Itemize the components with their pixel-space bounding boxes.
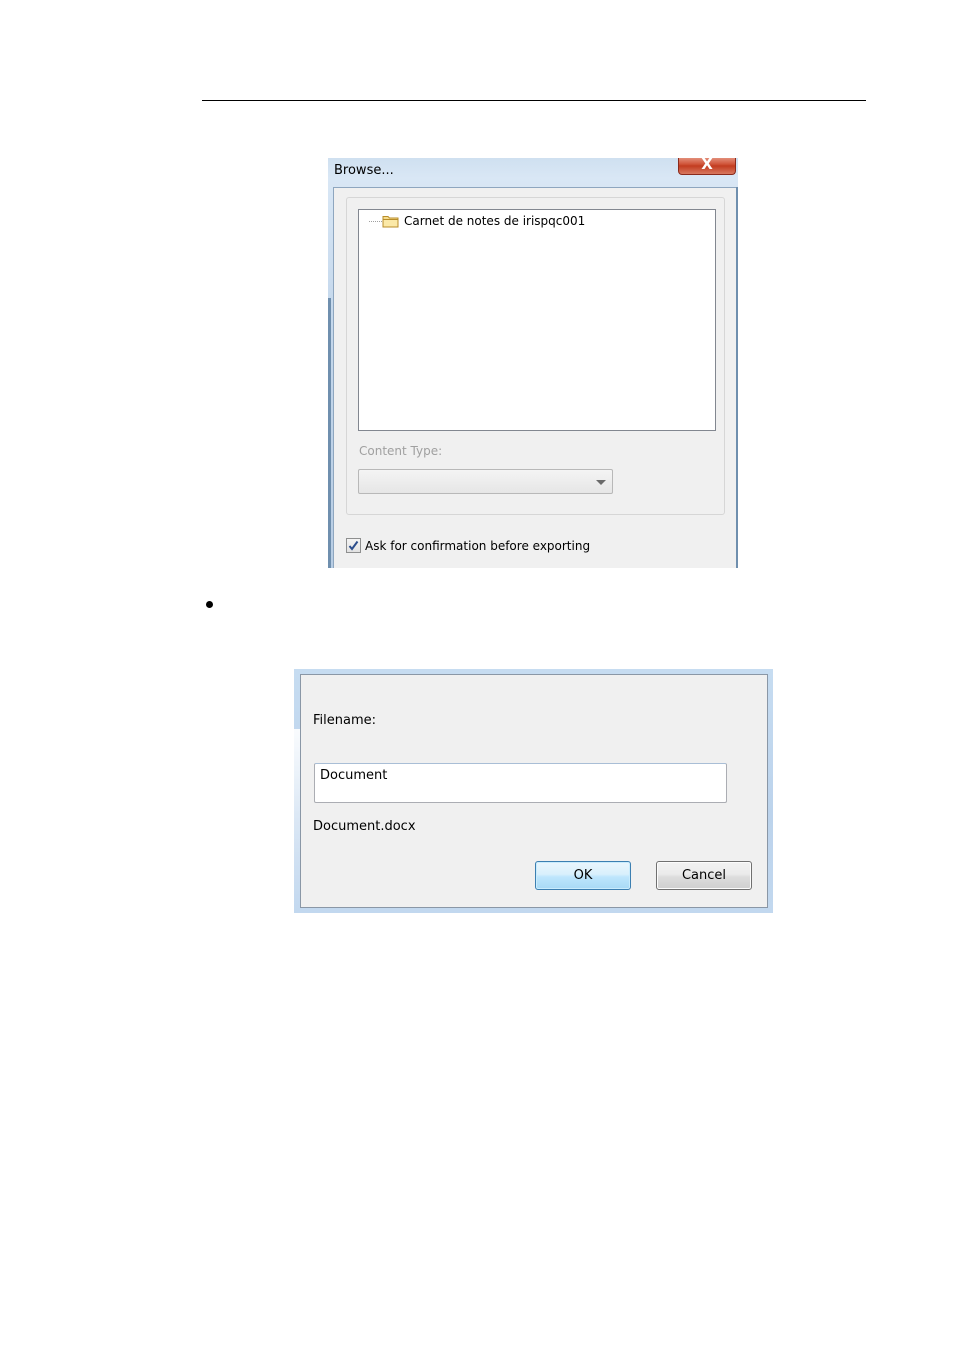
- dialog-client-area: Carnet de notes de irispqc001 Content Ty…: [333, 187, 738, 568]
- window-border: [736, 187, 738, 568]
- group-box: Carnet de notes de irispqc001 Content Ty…: [346, 197, 725, 515]
- filename-preview: Document.docx: [313, 819, 416, 834]
- window-border: [328, 298, 331, 568]
- filename-input[interactable]: Document: [314, 763, 727, 803]
- filename-dialog: Filename: Document Document.docx OK Canc…: [294, 669, 773, 913]
- ok-button[interactable]: OK: [535, 861, 631, 890]
- chevron-down-icon: [596, 480, 606, 485]
- page-header-rule: [202, 100, 866, 101]
- cancel-button[interactable]: Cancel: [656, 861, 752, 890]
- bullet-point: [206, 601, 213, 608]
- folder-icon: [382, 216, 399, 228]
- browse-dialog: Browse... X Carnet de notes de irispqc00…: [328, 158, 738, 568]
- content-type-label: Content Type:: [359, 444, 443, 458]
- dialog-client-area: Filename: Document Document.docx OK Canc…: [300, 674, 768, 908]
- checkmark-icon: [348, 540, 359, 551]
- tree-item-label: Carnet de notes de irispqc001: [404, 214, 586, 228]
- confirm-export-checkbox[interactable]: [346, 538, 361, 553]
- close-button[interactable]: X: [678, 158, 736, 175]
- filename-label: Filename:: [313, 713, 377, 728]
- folder-tree-view[interactable]: Carnet de notes de irispqc001: [358, 209, 716, 431]
- dialog-title: Browse...: [334, 163, 394, 178]
- confirm-export-label: Ask for confirmation before exporting: [365, 539, 591, 553]
- filename-input-value: Document: [320, 768, 388, 783]
- tree-connector-line: [369, 221, 382, 222]
- content-type-dropdown[interactable]: [358, 469, 613, 494]
- close-icon: X: [701, 158, 713, 173]
